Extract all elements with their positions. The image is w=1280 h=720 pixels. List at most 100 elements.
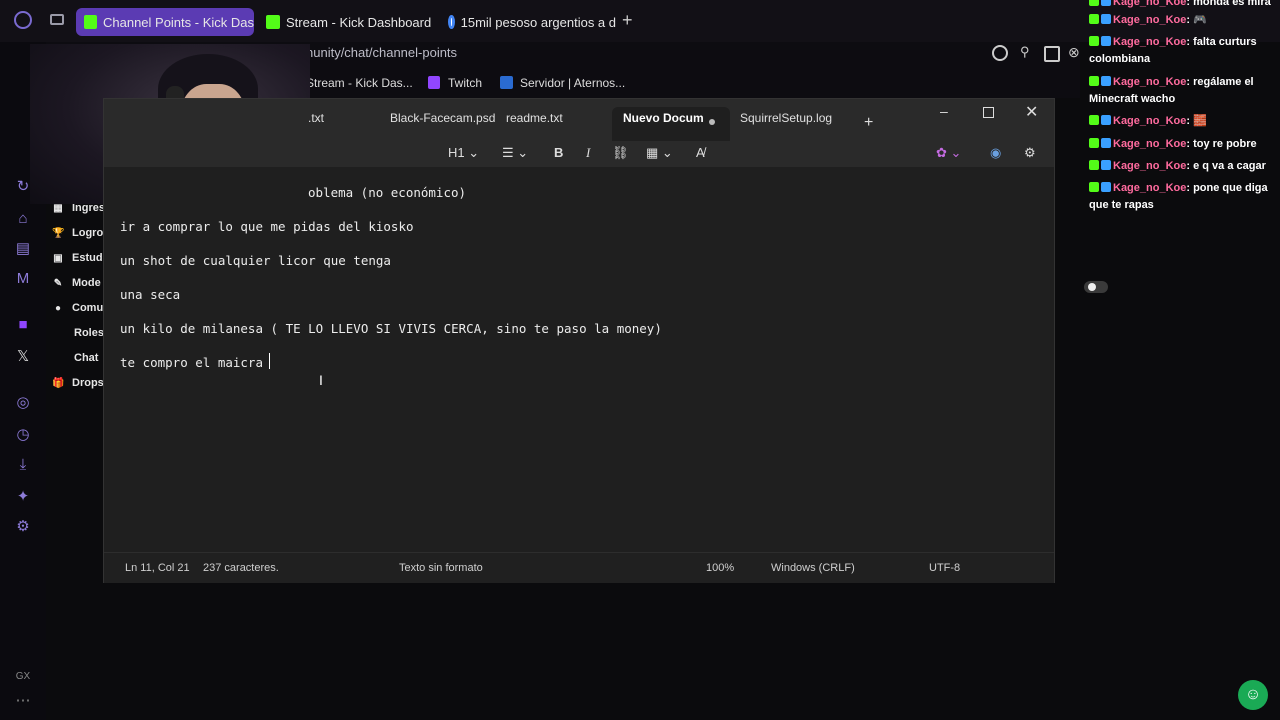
kick-badge-icon	[1089, 138, 1099, 148]
settings-gear-icon[interactable]: ⚙	[1024, 145, 1036, 161]
chart-icon: ▦	[53, 202, 63, 214]
kick-badge-icon	[1089, 76, 1099, 86]
workspaces-icon[interactable]	[50, 14, 64, 25]
chat-overlay: Kage_no_Koe: mondá es mira Kage_no_Koe: …	[1085, 0, 1280, 220]
notepad-window: .txt Black-Facecam.psd readme.txt Nuevo …	[103, 98, 1055, 583]
maximize-button[interactable]	[983, 107, 994, 118]
editor-line: te compro el maicra	[120, 355, 271, 370]
sub-badge-icon	[1101, 160, 1111, 170]
more-icon[interactable]: ⋯	[14, 692, 32, 710]
bookmark-twitch[interactable]: Twitch	[448, 76, 482, 90]
nav-item-logros[interactable]: 🏆 Logro	[52, 223, 103, 243]
link-icon[interactable]: ⛓	[612, 145, 629, 161]
notepad-tab-nuevo[interactable]: Nuevo Docum	[623, 111, 704, 135]
italic-button[interactable]: I	[586, 145, 590, 161]
nav-item-drops[interactable]: 🎁 Drops	[52, 373, 104, 393]
ibeam-cursor-icon: I	[319, 372, 323, 388]
studio-icon: ▣	[53, 252, 63, 264]
notepad-tab-facecam[interactable]: Black-Facecam.psd	[390, 111, 495, 135]
char-count: 237 caracteres.	[203, 562, 279, 574]
table-icon[interactable]: ▦ ⌄	[646, 145, 673, 161]
add-tab-button[interactable]: +	[864, 114, 873, 132]
pin-icon[interactable]: ⚲	[1020, 44, 1030, 60]
sub-badge-icon	[1101, 76, 1111, 86]
notepad-toolbar: H1 ⌄ ☰ ⌄ B I ⛓ ▦ ⌄ A̸ ✿ ⌄ ◉ ⚙	[104, 141, 1054, 167]
gx-label: GX	[15, 671, 31, 682]
history-icon[interactable]: ◷	[14, 426, 32, 444]
messenger-icon[interactable]: M	[14, 270, 32, 288]
trophy-icon: 🏆	[52, 227, 65, 239]
downloads-icon[interactable]: ⤓	[14, 456, 32, 474]
editor-line: un kilo de milanesa ( TE LO LLEVO SI VIV…	[120, 321, 662, 336]
format-mode[interactable]: Texto sin formato	[399, 562, 483, 574]
notepad-editor[interactable]: oblema (no económico) ir a comprar lo qu…	[104, 167, 1054, 552]
nav-item-estudio[interactable]: ▣ Estud	[52, 248, 102, 268]
clear-format-icon[interactable]: A̸	[696, 145, 705, 160]
chat-message: Kage_no_Koe: regálame el Minecraft wacho	[1089, 76, 1254, 105]
settings-toggle[interactable]	[1084, 281, 1108, 293]
chat-message: Kage_no_Koe: toy re pobre	[1089, 136, 1279, 153]
news-icon[interactable]: ▤	[14, 240, 32, 258]
extensions-icon[interactable]: ✦	[14, 488, 32, 506]
sub-badge-icon	[1101, 36, 1111, 46]
encoding[interactable]: UTF-8	[929, 562, 960, 574]
settings-ring-icon[interactable]: ◎	[14, 394, 32, 412]
nav-item-comunidad[interactable]: ● Comu	[52, 298, 103, 318]
chat-message: Kage_no_Koe: mondá es mira	[1089, 0, 1279, 11]
shop-icon[interactable]: ⌂	[14, 210, 32, 228]
notepad-tab-squirrel[interactable]: SquirrelSetup.log	[740, 111, 832, 135]
kick-badge-icon	[1089, 36, 1099, 46]
chat-message: Kage_no_Koe: e q va a cagar	[1089, 158, 1279, 175]
bookmark-stream[interactable]: Stream - Kick Das...	[306, 76, 413, 90]
nav-item-chat[interactable]: Chat	[74, 348, 98, 368]
new-tab-button[interactable]: +	[622, 10, 633, 31]
unsaved-dot-icon	[709, 119, 715, 125]
chat-message: Kage_no_Koe: falta curturs colombiana	[1089, 36, 1257, 65]
notepad-tab-txt[interactable]: .txt	[308, 111, 324, 135]
wrench-icon: ✎	[53, 277, 63, 289]
bookmark-aternos[interactable]: Servidor | Aternos...	[520, 76, 625, 90]
block-icon[interactable]: ⊗	[1068, 44, 1080, 61]
url-text: nunity/chat/channel-points	[306, 45, 458, 60]
nav-item-moderacion[interactable]: ✎ Mode	[52, 273, 101, 293]
x-twitter-icon[interactable]: 𝕏	[14, 348, 32, 366]
list-icon[interactable]: ☰ ⌄	[502, 145, 528, 161]
snapshot-icon[interactable]	[1044, 46, 1060, 62]
kick-badge-icon	[1089, 182, 1099, 192]
browser-tab-stream[interactable]: Stream - Kick Dashboard	[258, 8, 438, 36]
bold-button[interactable]: B	[554, 145, 563, 160]
kick-badge-icon	[1089, 160, 1099, 170]
zoom-icon[interactable]	[992, 45, 1008, 61]
twitch-sidebar-icon[interactable]: ■	[14, 316, 32, 334]
editor-line: ir a comprar lo que me pidas del kiosko	[120, 219, 414, 234]
heading-dropdown[interactable]: H1 ⌄	[448, 145, 479, 161]
profile-icon[interactable]: ◉	[990, 145, 1001, 161]
zoom-level[interactable]: 100%	[706, 562, 734, 574]
close-button[interactable]: ✕	[1025, 102, 1038, 122]
browser-tab-google[interactable]: 15mil pesoso argentios a d	[440, 8, 616, 36]
dashboard-nav: ▦ Ingres 🏆 Logro ▣ Estud ✎ Mode ● Comu Roles …	[46, 195, 106, 405]
aternos-icon	[500, 76, 513, 89]
opera-logo-icon[interactable]	[14, 11, 32, 29]
line-endings[interactable]: Windows (CRLF)	[771, 562, 855, 574]
browser-tab-channel-points[interactable]: Channel Points - Kick Das	[76, 8, 254, 36]
kick-badge-icon	[1089, 14, 1099, 24]
minimize-button[interactable]: –	[940, 103, 948, 119]
kick-icon	[266, 15, 280, 29]
support-chat-icon[interactable]: ☺	[1238, 680, 1268, 710]
copilot-icon[interactable]: ✿ ⌄	[936, 145, 961, 161]
settings-icon[interactable]: ⚙	[14, 518, 32, 536]
nav-item-roles[interactable]: Roles	[74, 323, 104, 343]
sub-badge-icon	[1101, 14, 1111, 24]
editor-line: un shot de cualquier licor que tenga	[120, 253, 391, 268]
sub-badge-icon	[1101, 182, 1111, 192]
community-icon: ●	[54, 302, 62, 314]
gift-icon: 🎁	[52, 377, 65, 389]
sub-badge-icon	[1101, 115, 1111, 125]
notepad-tab-readme[interactable]: readme.txt	[506, 111, 563, 135]
google-icon	[448, 15, 455, 29]
kick-badge-icon	[1089, 0, 1099, 6]
notepad-statusbar: Ln 11, Col 21 237 caracteres. Texto sin …	[104, 552, 1054, 583]
tab-label: Stream - Kick Dashboard	[286, 14, 432, 30]
chat-message: Kage_no_Koe: pone que diga que te rapas	[1089, 182, 1268, 211]
